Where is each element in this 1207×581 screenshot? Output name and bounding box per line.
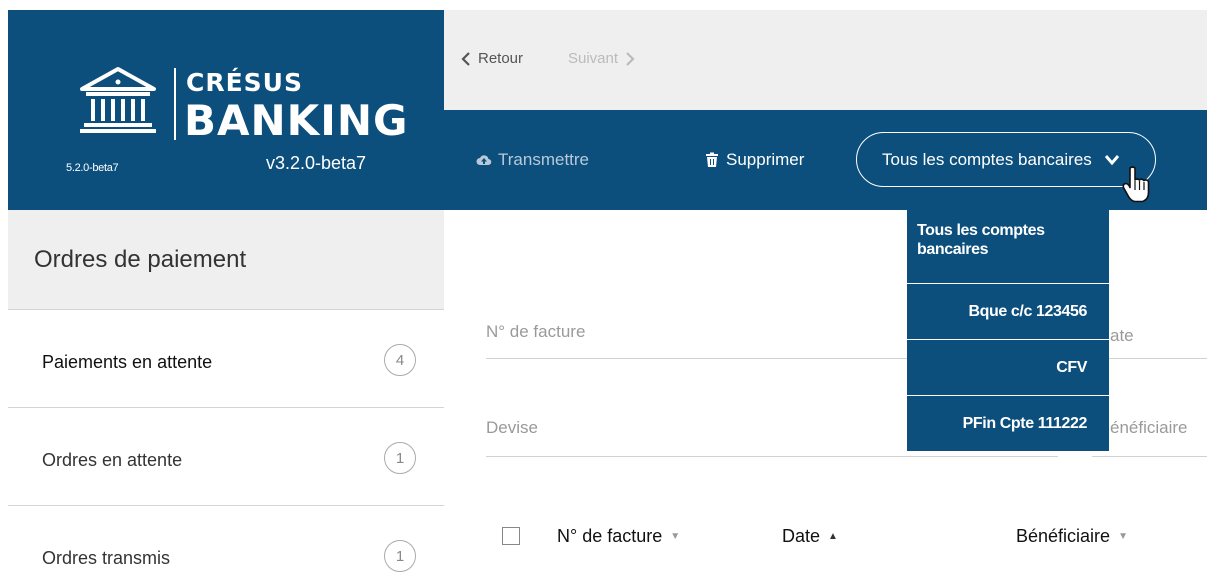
- select-all-checkbox[interactable]: [502, 527, 520, 545]
- beneficiary-underline: [1092, 456, 1207, 457]
- brand-panel: CRÉSUS BANKING 5.2.0-beta7 v3.2.0-beta7: [8, 10, 444, 210]
- date-filter[interactable]: ate: [1110, 326, 1134, 346]
- sidebar-item-pending-payments[interactable]: Paiements en attente 4: [8, 310, 444, 408]
- account-select-value: Tous les comptes bancaires: [882, 149, 1092, 169]
- top-nav: Retour Suivant: [444, 10, 1207, 110]
- brand-name-top: CRÉSUS: [186, 68, 303, 97]
- delete-label: Supprimer: [726, 150, 805, 169]
- sidebar-item-sent-orders[interactable]: Ordres transmis 1: [8, 506, 444, 581]
- sidebar-header: Ordres de paiement: [8, 210, 444, 310]
- sidebar-item-label: Ordres transmis: [42, 548, 171, 568]
- account-dropdown-menu: Tous les comptes bancaires Bque c/c 1234…: [907, 210, 1109, 451]
- chevron-left-icon: [461, 51, 470, 66]
- brand-name-bottom: BANKING: [184, 96, 409, 145]
- bank-icon: [80, 67, 156, 133]
- chevron-down-icon: [1104, 154, 1119, 165]
- hand-cursor-icon: [1122, 166, 1150, 203]
- date-underline: [1092, 358, 1207, 359]
- transmit-button[interactable]: Transmettre: [476, 150, 589, 170]
- account-select[interactable]: Tous les comptes bancaires: [856, 132, 1156, 187]
- sidebar-title: Ordres de paiement: [34, 246, 247, 273]
- dropdown-option-pfin[interactable]: PFin Cpte 111222: [907, 396, 1109, 451]
- sort-down-icon: ▼: [670, 531, 681, 542]
- column-label: N° de facture: [557, 526, 663, 546]
- sidebar-item-label: Ordres en attente: [42, 450, 183, 470]
- invoice-no-filter[interactable]: N° de facture: [486, 322, 585, 342]
- count-badge: 4: [384, 344, 416, 376]
- column-label: Bénéficiaire: [1016, 526, 1111, 546]
- delete-button[interactable]: Supprimer: [704, 150, 804, 170]
- currency-filter[interactable]: Devise: [486, 418, 538, 438]
- column-beneficiary[interactable]: Bénéficiaire ▼: [1016, 526, 1128, 547]
- count-badge: 1: [384, 540, 416, 572]
- sidebar-item-label: Paiements en attente: [42, 352, 213, 372]
- back-label: Retour: [478, 50, 524, 67]
- transmit-label: Transmettre: [498, 150, 590, 169]
- toolbar: Transmettre Supprimer Tous les comptes b…: [444, 110, 1207, 210]
- trash-icon: [706, 152, 718, 167]
- sort-up-icon: ▲: [828, 531, 838, 542]
- next-label: Suivant: [568, 50, 619, 67]
- invoice-no-underline: [486, 358, 908, 359]
- chevron-right-icon: [626, 51, 635, 66]
- currency-underline: [486, 456, 1058, 457]
- app-version: v3.2.0-beta7: [266, 153, 367, 173]
- beneficiary-filter[interactable]: énéficiaire: [1110, 418, 1188, 438]
- count-badge: 1: [384, 442, 416, 474]
- brand-divider: [174, 68, 176, 140]
- back-button[interactable]: Retour: [460, 50, 523, 67]
- build-version: 5.2.0-beta7: [66, 162, 119, 174]
- column-label: Date: [782, 526, 821, 546]
- sidebar-item-pending-orders[interactable]: Ordres en attente 1: [8, 408, 444, 506]
- sort-down-icon: ▼: [1118, 531, 1128, 542]
- next-button[interactable]: Suivant: [568, 50, 636, 67]
- cloud-upload-icon: [476, 155, 492, 166]
- dropdown-option-all-accounts[interactable]: Tous les comptes bancaires: [907, 210, 1109, 284]
- dropdown-option-cfv[interactable]: CFV: [907, 340, 1109, 396]
- dropdown-option-bque[interactable]: Bque c/c 123456: [907, 284, 1109, 340]
- column-date[interactable]: Date ▲: [782, 526, 838, 547]
- column-invoice-no[interactable]: N° de facture ▼: [557, 526, 680, 547]
